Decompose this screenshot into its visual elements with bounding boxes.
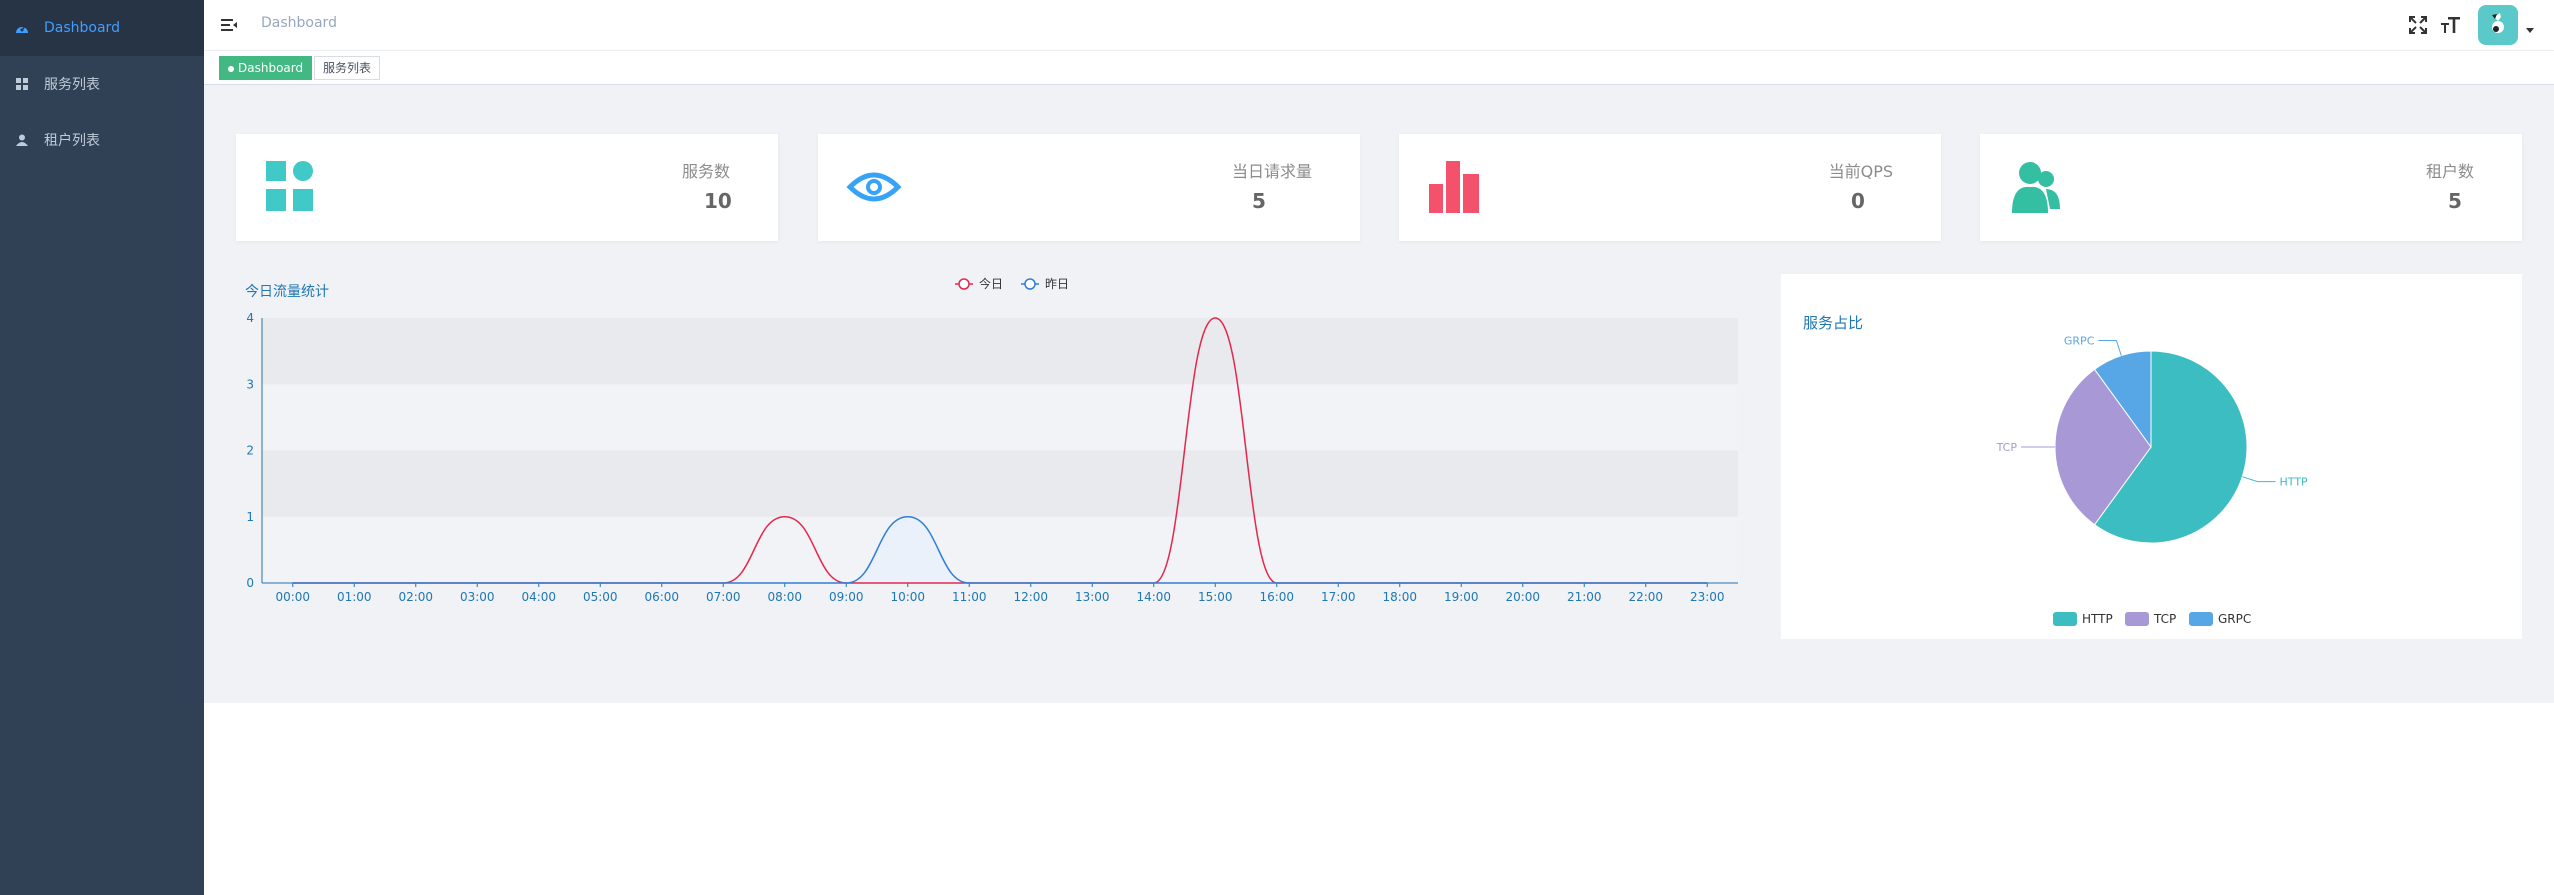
stat-label: 当日请求量	[1231, 162, 1312, 181]
line-chart-svg: 0 1 2 3 4 00:00 01:00 02:00 03:00 04:00 05:00 06:00…	[245, 276, 1738, 604]
x-tick-label: 00:00	[275, 590, 310, 604]
sidebar-item-services[interactable]: 服务列表	[0, 56, 204, 112]
x-tick-label: 14:00	[1136, 590, 1171, 604]
y-tick-label: 1	[246, 510, 254, 524]
x-tick-label: 16:00	[1259, 590, 1294, 604]
x-tick-label: 02:00	[398, 590, 433, 604]
x-tick-label: 18:00	[1382, 590, 1417, 604]
chart-title: 今日流量统计	[245, 284, 329, 300]
stat-label: 当前QPS	[1828, 162, 1893, 181]
service-pie-chart: 服务占比 HTTP TCP GRPC HTTP TCP GRPC	[1781, 274, 2522, 639]
sidebar-item-label: 服务列表	[44, 77, 100, 93]
stat-label: 租户数	[2425, 162, 2474, 181]
navbar: Dashboard	[204, 0, 2554, 51]
pie-label: HTTP	[2280, 476, 2309, 489]
legend-label: GRPC	[2218, 612, 2251, 626]
stat-card-tenants[interactable]: 租户数 5	[1980, 134, 2522, 241]
pie-label-line	[2098, 339, 2122, 356]
legend-marker	[958, 278, 970, 290]
stat-value: 0	[1851, 189, 1865, 213]
x-tick-label: 03:00	[460, 590, 495, 604]
legend-label: TCP	[2153, 612, 2176, 626]
x-tick-label: 13:00	[1075, 590, 1110, 604]
tag-services[interactable]: 服务列表	[314, 56, 381, 80]
x-tick-label: 04:00	[521, 590, 556, 604]
avatar[interactable]	[2478, 5, 2518, 45]
legend-marker	[2125, 612, 2149, 626]
fullscreen-icon[interactable]	[2407, 14, 2429, 36]
sidebar: Dashboard 服务列表 租户列表	[0, 0, 204, 895]
dashboard-icon	[14, 20, 30, 36]
x-tick-label: 21:00	[1567, 590, 1602, 604]
tags-view: Dashboard 服务列表	[204, 51, 2554, 85]
grid-band	[262, 516, 1738, 583]
x-tick-label: 12:00	[1013, 590, 1048, 604]
chart-title: 服务占比	[1803, 314, 1863, 332]
pie-label-line	[2242, 476, 2276, 483]
tag-dashboard[interactable]: Dashboard	[219, 56, 313, 80]
legend-marker	[1024, 278, 1036, 290]
hamburger-icon[interactable]	[219, 15, 239, 35]
sidebar-item-tenants[interactable]: 租户列表	[0, 112, 204, 168]
user-icon	[14, 132, 30, 148]
stat-value: 5	[2448, 189, 2462, 213]
pie-label: TCP	[1996, 441, 2018, 454]
x-tick-label: 11:00	[952, 590, 987, 604]
dashboard-content: 服务数 10 当日请求量 5 当前QPS 0 租户数 5 0 1 2 3 4 00:	[204, 85, 2554, 703]
grid-band	[262, 384, 1738, 451]
pie-chart-svg: 服务占比 HTTP TCP GRPC HTTP TCP GRPC	[1803, 314, 2309, 626]
x-tick-label: 19:00	[1444, 590, 1479, 604]
traffic-line-chart: 0 1 2 3 4 00:00 01:00 02:00 03:00 04:00 05:00 06:00…	[235, 270, 1755, 650]
y-tick-label: 4	[246, 311, 254, 325]
legend-label: 昨日	[1045, 277, 1069, 291]
y-tick-label: 2	[246, 444, 254, 458]
y-tick-label: 3	[246, 377, 254, 391]
pie-label: GRPC	[2064, 334, 2095, 347]
x-tick-label: 22:00	[1628, 590, 1663, 604]
bar-chart-icon	[1427, 159, 1483, 215]
x-tick-label: 23:00	[1690, 590, 1725, 604]
legend-marker	[2189, 612, 2213, 626]
x-tick-label: 05:00	[583, 590, 618, 604]
grid-band	[262, 450, 1738, 517]
users-icon	[2008, 159, 2064, 215]
x-tick-label: 15:00	[1198, 590, 1233, 604]
chevron-down-icon[interactable]	[2526, 28, 2534, 33]
x-tick-label: 06:00	[644, 590, 679, 604]
stat-card-qps[interactable]: 当前QPS 0	[1399, 134, 1941, 241]
grid-icon	[14, 76, 30, 92]
stat-value: 5	[1252, 189, 1266, 213]
stat-label: 服务数	[681, 162, 730, 181]
x-tick-label: 17:00	[1321, 590, 1356, 604]
legend-label: 今日	[979, 276, 1003, 291]
sidebar-item-label: 租户列表	[44, 133, 100, 149]
font-size-icon[interactable]	[2440, 14, 2462, 36]
sidebar-item-dashboard[interactable]: Dashboard	[0, 0, 204, 56]
main-area: Dashboard Dashboard 服务列表 服务数 10 当日请求量 5 …	[204, 0, 2554, 895]
eye-icon	[846, 159, 902, 215]
breadcrumb[interactable]: Dashboard	[261, 15, 337, 31]
legend-label: HTTP	[2082, 612, 2113, 626]
stat-value: 10	[704, 189, 732, 213]
sidebar-item-label: Dashboard	[44, 20, 120, 36]
legend-marker	[2053, 612, 2077, 626]
grid-icon	[264, 159, 320, 215]
x-tick-label: 08:00	[767, 590, 802, 604]
stat-card-services[interactable]: 服务数 10	[236, 134, 778, 241]
x-tick-label: 01:00	[337, 590, 372, 604]
grid-band	[262, 318, 1738, 385]
x-tick-label: 10:00	[890, 590, 925, 604]
x-tick-label: 07:00	[706, 590, 741, 604]
x-tick-label: 09:00	[829, 590, 864, 604]
x-tick-label: 20:00	[1505, 590, 1540, 604]
y-tick-label: 0	[246, 576, 254, 590]
stat-card-requests[interactable]: 当日请求量 5	[818, 134, 1360, 241]
